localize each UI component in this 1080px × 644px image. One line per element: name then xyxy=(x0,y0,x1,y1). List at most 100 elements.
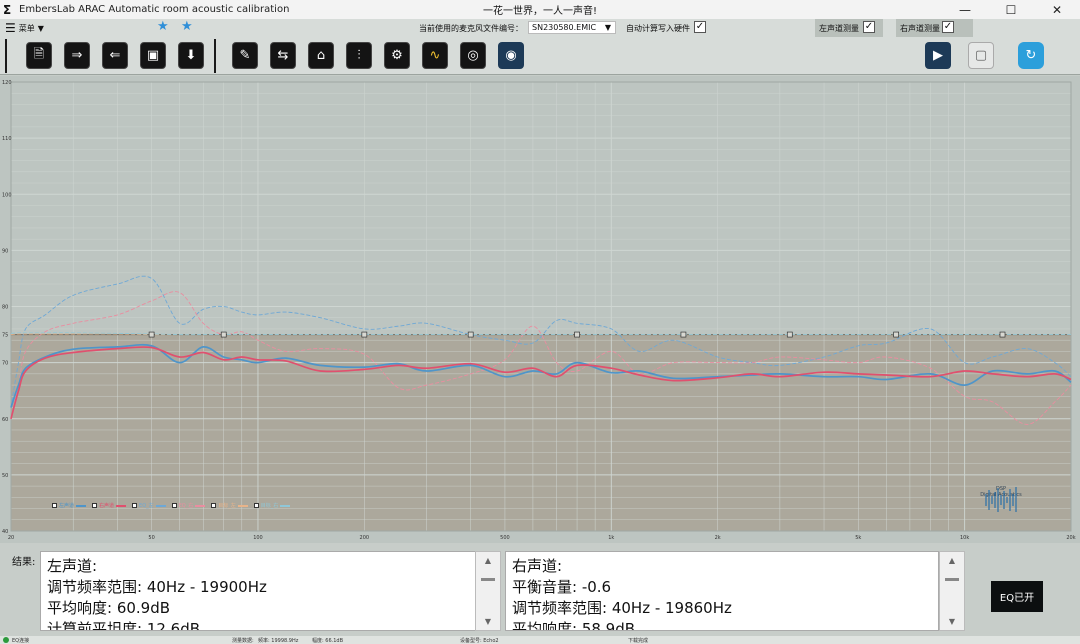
star-icon[interactable]: ★ xyxy=(157,19,169,34)
x-tick-label: 1k xyxy=(608,535,614,541)
speaker-target-button[interactable]: ◎ xyxy=(460,42,486,69)
left-result-line: 计算前平坦度: 12.6dB xyxy=(47,620,201,631)
legend-swatch xyxy=(237,504,248,507)
x-tick-label: 20 xyxy=(8,535,14,541)
mic-file-select[interactable]: SN230580.EMIC ▼ xyxy=(528,21,616,34)
edit-button[interactable]: ✎ xyxy=(232,42,258,69)
x-tick-label: 2k xyxy=(715,535,721,541)
waveform-icon: ∿ xyxy=(429,48,441,63)
scroll-up-icon[interactable]: ▲ xyxy=(476,556,500,565)
mic-file-label: 当前使用的麦克风文件编号： xyxy=(419,24,523,33)
right-results-scrollbar[interactable]: ▲ ▼ xyxy=(939,551,965,631)
refresh-button[interactable]: ↻ xyxy=(1018,42,1044,69)
status-device: 设备型号: Echo2 xyxy=(460,638,499,644)
y-tick-label: 75 xyxy=(2,333,8,339)
y-tick-label: 70 xyxy=(2,361,8,367)
legend-label: 目标_右 xyxy=(260,503,279,509)
toolbar: 🗎 ⇒ ⇐ ▣ ⬇ ✎ ⇆ ⌂ ⫶ ⚙ ∿ ◎ ◉ ▶ ▢ ↻ xyxy=(0,37,1080,75)
target-point-handle xyxy=(220,331,227,338)
close-button[interactable]: ✕ xyxy=(1034,0,1080,19)
legend-item[interactable]: EQ_右 xyxy=(171,502,206,509)
legend-item[interactable]: 目标_右 xyxy=(253,502,291,509)
frequency-response-chart[interactable]: 20 50 100 200 500 1k 2k 5k 10k 20k 120 110 100 90 80 75… xyxy=(0,76,1080,543)
left-result-line: 平均响度: 60.9dB xyxy=(47,599,171,617)
auto-write-label: 自动计算写入硬件 xyxy=(626,24,690,33)
results-label: 结果: xyxy=(12,557,36,568)
new-file-button[interactable]: 🗎 xyxy=(26,42,52,69)
scroll-down-icon[interactable]: ▼ xyxy=(940,617,964,626)
right-result-line: 右声道: xyxy=(512,557,563,575)
menu-button[interactable]: ☰ 菜单 ▼ xyxy=(5,21,44,35)
export-file-button[interactable]: ⇒ xyxy=(64,42,90,69)
export-file-icon: ⇒ xyxy=(71,48,83,63)
y-tick-label: 80 xyxy=(2,305,8,311)
y-tick-label: 50 xyxy=(2,473,8,479)
status-amplitude: 幅度: 66.1dB xyxy=(312,638,344,644)
right-result-line: 平均响度: 58.9dB xyxy=(512,620,636,631)
minimize-button[interactable]: — xyxy=(942,0,988,19)
save-as-button[interactable]: ⬇ xyxy=(178,42,204,69)
scroll-up-icon[interactable]: ▲ xyxy=(940,556,964,565)
maximize-button[interactable]: ☐ xyxy=(988,0,1034,19)
waveform-button[interactable]: ∿ xyxy=(422,42,448,69)
legend-item[interactable]: 左声道 xyxy=(52,502,87,509)
status-bar: EQ连接 测量数据: 频率: 19998.9Hz 幅度: 66.1dB 设备型号… xyxy=(0,636,1080,644)
legend-checkbox[interactable] xyxy=(253,503,259,508)
status-frequency: 频率: 19998.9Hz xyxy=(258,638,299,644)
home-speaker-button[interactable]: ⌂ xyxy=(308,42,334,69)
dsp-waveform-icon xyxy=(985,487,1017,512)
left-result-line: 左声道: xyxy=(47,557,98,575)
signpost-button[interactable]: ⇆ xyxy=(270,42,296,69)
refresh-icon: ↻ xyxy=(1025,48,1037,63)
device-button[interactable]: ▢ xyxy=(968,42,994,69)
signpost-icon: ⇆ xyxy=(277,48,289,63)
legend-checkbox[interactable] xyxy=(92,503,98,508)
left-results-scrollbar[interactable]: ▲ ▼ xyxy=(475,551,501,631)
target-point-handle xyxy=(361,331,368,338)
settings-button[interactable]: ⚙ xyxy=(384,42,410,69)
left-measure-checkbox[interactable]: ✓ xyxy=(863,21,875,33)
eq-toggle-button[interactable]: EQ已开 xyxy=(991,581,1043,612)
target-point-handle xyxy=(148,331,155,338)
star-icon[interactable]: ★ xyxy=(181,19,193,34)
left-measure-label: 左声道测量 xyxy=(819,24,859,33)
legend-item[interactable]: 右声道 xyxy=(92,502,127,509)
auto-write-checkbox[interactable]: ✓ xyxy=(694,21,706,33)
legend-item[interactable]: EQ_左 xyxy=(132,502,166,509)
edit-icon: ✎ xyxy=(239,48,251,63)
title-bar: Σ EmbersLab ARAC Automatic room acoustic… xyxy=(0,0,1080,19)
target-point-handle xyxy=(999,331,1006,338)
legend-swatch xyxy=(76,504,87,507)
right-measure-checkbox[interactable]: ✓ xyxy=(942,21,954,33)
dsp-logo: DSP Digital Acoustics xyxy=(980,486,1022,524)
chart-plot: 20 50 100 200 500 1k 2k 5k 10k 20k 120 110 100 90 80 75… xyxy=(2,80,1076,541)
scroll-thumb[interactable] xyxy=(945,578,959,581)
x-tick-label: 5k xyxy=(855,535,861,541)
radar-button[interactable]: ◉ xyxy=(498,42,524,69)
right-measure-label: 右声道测量 xyxy=(900,24,940,33)
speaker-target-icon: ◎ xyxy=(467,48,479,63)
legend-checkbox[interactable] xyxy=(171,503,177,508)
left-result-line: 调节频率范围: 40Hz - 19900Hz xyxy=(47,578,267,596)
target-point-handle xyxy=(893,331,900,338)
legend-checkbox[interactable] xyxy=(132,503,138,508)
legend-checkbox[interactable] xyxy=(52,503,57,508)
scroll-down-icon[interactable]: ▼ xyxy=(476,617,500,626)
scroll-thumb[interactable] xyxy=(481,578,495,581)
legend-checkbox[interactable] xyxy=(211,503,217,508)
play-button[interactable]: ▶ xyxy=(925,42,951,69)
legend-swatch xyxy=(116,504,127,507)
new-file-icon: 🗎 xyxy=(33,46,45,62)
y-tick-label: 60 xyxy=(2,417,8,423)
import-file-button[interactable]: ⇐ xyxy=(102,42,128,69)
results-panel: 结果: 左声道: 调节频率范围: 40Hz - 19900Hz 平均响度: 60… xyxy=(0,543,1080,636)
save-button[interactable]: ▣ xyxy=(140,42,166,69)
options-row: ☰ 菜单 ▼ ★ ★ 当前使用的麦克风文件编号： SN230580.EMIC ▼… xyxy=(0,19,1080,37)
status-connection: EQ连接 xyxy=(12,638,30,644)
equalizer-button[interactable]: ⫶ xyxy=(346,42,372,69)
legend-label: EQ_右 xyxy=(178,503,194,509)
caret-down-icon: ▼ xyxy=(604,23,611,32)
play-icon: ▶ xyxy=(933,48,943,63)
legend-swatch xyxy=(195,504,206,507)
legend-item[interactable]: 目标_左 xyxy=(211,502,248,509)
